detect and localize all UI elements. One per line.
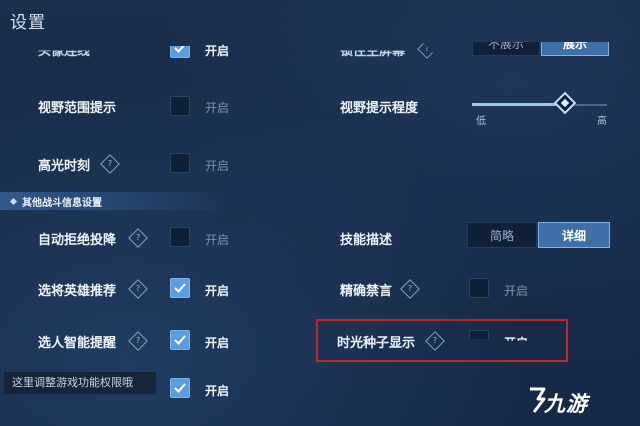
hero-recommend-label: 选将英雄推荐 [38, 284, 117, 299]
precise-mute-label: 精确禁言 [340, 284, 393, 299]
auto-refuse-state: 开启 [205, 233, 230, 247]
highlight-moment-state: 开启 [205, 159, 230, 173]
highlight-moment-checkbox[interactable] [170, 153, 190, 173]
highlight-moment-label: 高光时刻 [38, 159, 91, 174]
smart-remind-state: 开启 [205, 336, 230, 350]
tooltip: 这里调整游戏功能权限哦 [4, 372, 156, 394]
hero-recommend-state: 开启 [205, 284, 230, 298]
last-row-checkbox[interactable] [170, 378, 190, 398]
watermark-text: 九游 [544, 392, 588, 416]
section-header: 其他战斗信息设置 [0, 192, 230, 210]
check-icon [174, 335, 186, 345]
skill-desc-brief-button[interactable]: 简略 [467, 222, 537, 248]
skill-desc-detail-button[interactable]: 详细 [538, 222, 610, 248]
vision-level-low-label: 低 [476, 116, 486, 127]
smart-remind-label: 选人智能提醒 [38, 336, 117, 351]
precise-mute-state: 开启 [504, 284, 529, 298]
background-glow [0, 0, 640, 426]
auto-refuse-label: 自动拒绝投降 [38, 233, 117, 248]
vision-level-label: 视野提示程度 [340, 101, 419, 116]
avatar-link-state: 开启 [205, 44, 230, 58]
vision-range-checkbox[interactable] [170, 96, 190, 116]
time-seed-label: 时光种子显示 [337, 336, 416, 351]
skill-desc-label: 技能描述 [340, 233, 393, 248]
smart-remind-checkbox[interactable] [170, 330, 190, 350]
precise-mute-checkbox[interactable] [469, 278, 489, 298]
check-icon [174, 383, 186, 393]
section-title: 其他战斗信息设置 [22, 198, 102, 209]
section-bullet-icon [9, 197, 18, 206]
page-title: 设置 [10, 13, 46, 33]
auto-refuse-checkbox[interactable] [170, 227, 190, 247]
hero-recommend-checkbox[interactable] [170, 278, 190, 298]
last-row-state: 开启 [205, 384, 230, 398]
vision-range-label: 视野范围提示 [38, 101, 117, 116]
vision-level-high-label: 高 [597, 116, 607, 127]
check-icon [174, 283, 186, 293]
vision-range-state: 开启 [205, 101, 230, 115]
vision-level-slider-fill [472, 103, 566, 106]
